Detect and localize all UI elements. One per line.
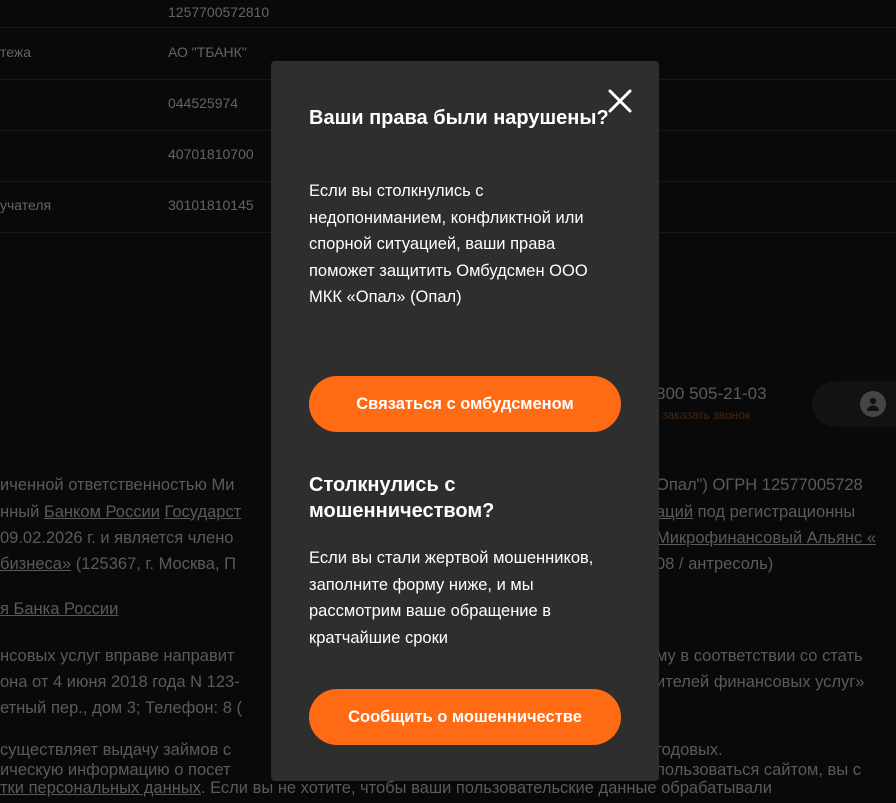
ombudsman-modal: Ваши права были нарушены? Если вы столкн… [271, 61, 659, 781]
fraud-title: Столкнулись с мошенничеством? [309, 474, 495, 522]
contact-ombudsman-button[interactable]: Связаться с омбудсменом [309, 376, 621, 432]
fraud-text: Если вы стали жертвой мошенников, заполн… [309, 549, 594, 647]
close-icon[interactable] [606, 87, 634, 115]
rights-violated-title: Ваши права были нарушены? [309, 107, 609, 129]
rights-violated-text: Если вы столкнулись с недопониманием, ко… [309, 182, 588, 306]
report-fraud-button[interactable]: Сообщить о мошенничестве [309, 689, 621, 745]
